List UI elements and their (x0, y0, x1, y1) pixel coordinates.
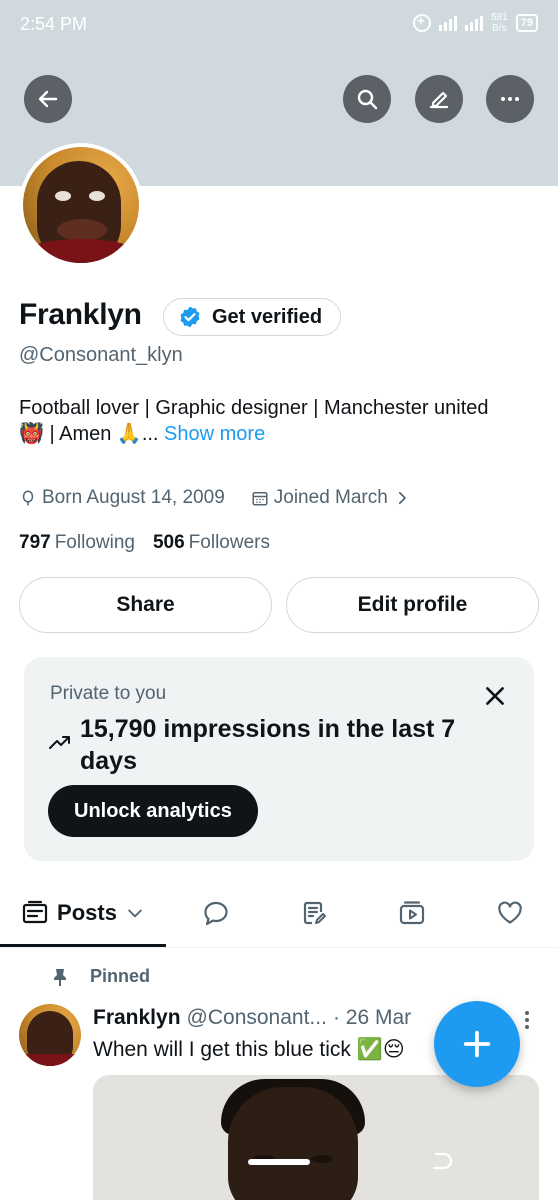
post-text: When will I get this blue tick ✅😔 (93, 1038, 405, 1061)
followers-link[interactable]: 506 Followers (153, 532, 270, 554)
tab-posts[interactable]: Posts (0, 880, 166, 947)
network-speed-unit: B/s (492, 23, 507, 34)
post-time: · 26 Mar (332, 1006, 412, 1029)
following-link[interactable]: 797 Following (19, 532, 135, 554)
more-button[interactable] (486, 75, 534, 123)
post-author-name[interactable]: Franklyn (93, 1006, 181, 1030)
more-horizontal-icon (501, 97, 519, 101)
status-time: 2:54 PM (20, 14, 88, 34)
show-more-link[interactable]: Show more (164, 423, 265, 445)
search-icon (357, 89, 378, 110)
compose-button[interactable] (434, 1001, 520, 1087)
pinned-indicator: Pinned (50, 966, 150, 987)
pin-icon (54, 968, 66, 986)
signal-icon (439, 15, 458, 31)
home-gesture-bar[interactable] (248, 1159, 310, 1165)
bio-line-1: Football lover | Graphic designer | Manc… (19, 397, 489, 419)
tab-active-indicator (0, 944, 166, 947)
post-author-handle: @Consonant... (186, 1006, 327, 1029)
like-icon (498, 901, 522, 924)
tab-articles[interactable] (288, 880, 340, 946)
joined-date[interactable]: Joined March (251, 487, 411, 509)
tab-media[interactable] (386, 880, 438, 946)
edit-button[interactable] (415, 75, 463, 123)
bio-line-2: 👹 | Amen 🙏... (19, 423, 159, 445)
posts-icon (22, 900, 48, 924)
get-verified-label: Get verified (212, 305, 323, 328)
media-icon (399, 901, 425, 925)
profile-bio: Football lover | Graphic designer | Manc… (19, 395, 539, 447)
close-button[interactable] (482, 683, 508, 709)
tab-replies[interactable] (190, 880, 242, 946)
edit-profile-button[interactable]: Edit profile (286, 577, 539, 633)
analytics-label: Private to you (50, 683, 167, 704)
pinned-label: Pinned (90, 966, 151, 986)
article-icon (303, 901, 326, 925)
post-avatar[interactable] (19, 1004, 81, 1066)
search-button[interactable] (343, 75, 391, 123)
reply-icon (204, 901, 228, 926)
following-count: 797 (19, 532, 51, 553)
follow-stats: 797 Following 506 Followers (19, 532, 270, 554)
followers-label: Followers (188, 532, 270, 553)
tab-likes[interactable] (484, 880, 536, 946)
battery-icon: 79 (515, 14, 538, 32)
pencil-icon (429, 91, 449, 109)
status-icons: 581 B/s 79 (413, 12, 538, 34)
profile-name: Franklyn (19, 298, 142, 331)
following-label: Following (54, 532, 135, 553)
followers-count: 506 (152, 532, 185, 553)
back-button[interactable] (24, 75, 72, 123)
chevron-down-icon (128, 909, 142, 918)
profile-tabs: Posts (0, 880, 558, 948)
verified-badge-icon (180, 306, 200, 328)
signal-4g-icon (465, 15, 484, 31)
birthday: Born August 14, 2009 (19, 487, 225, 509)
analytics-card: Private to you 15,790 impressions in the… (24, 657, 534, 861)
joined-text: Joined March (273, 487, 388, 508)
avatar-image (23, 147, 139, 263)
back-gesture-icon[interactable] (430, 1151, 454, 1173)
arrow-left-icon (38, 90, 58, 108)
balloon-icon (22, 490, 34, 506)
profile-avatar[interactable] (19, 143, 143, 267)
unlock-analytics-button[interactable]: Unlock analytics (48, 785, 258, 837)
trending-up-icon (49, 736, 70, 749)
plus-icon (463, 1030, 491, 1058)
profile-handle: @Consonant_klyn (19, 344, 183, 366)
tab-posts-label: Posts (57, 900, 117, 925)
birthday-text: Born August 14, 2009 (42, 487, 225, 508)
data-saver-icon (413, 13, 432, 32)
more-vertical-icon[interactable] (520, 1008, 534, 1032)
status-bar: 2:54 PM 581 B/s 79 (0, 0, 558, 50)
network-speed-value: 581 (491, 12, 508, 23)
profile-meta: Born August 14, 2009 Joined March (19, 487, 411, 509)
post-image[interactable] (93, 1075, 539, 1200)
get-verified-button[interactable]: Get verified (163, 298, 342, 336)
network-speed: 581 B/s (491, 12, 508, 34)
calendar-icon (252, 492, 268, 506)
impressions-text: 15,790 impressions in the last 7 days (80, 715, 456, 775)
post-header: Franklyn @Consonant... · 26 Mar (93, 1006, 443, 1030)
chevron-right-icon (398, 491, 406, 505)
share-button[interactable]: Share (19, 577, 272, 633)
close-icon (486, 687, 504, 705)
